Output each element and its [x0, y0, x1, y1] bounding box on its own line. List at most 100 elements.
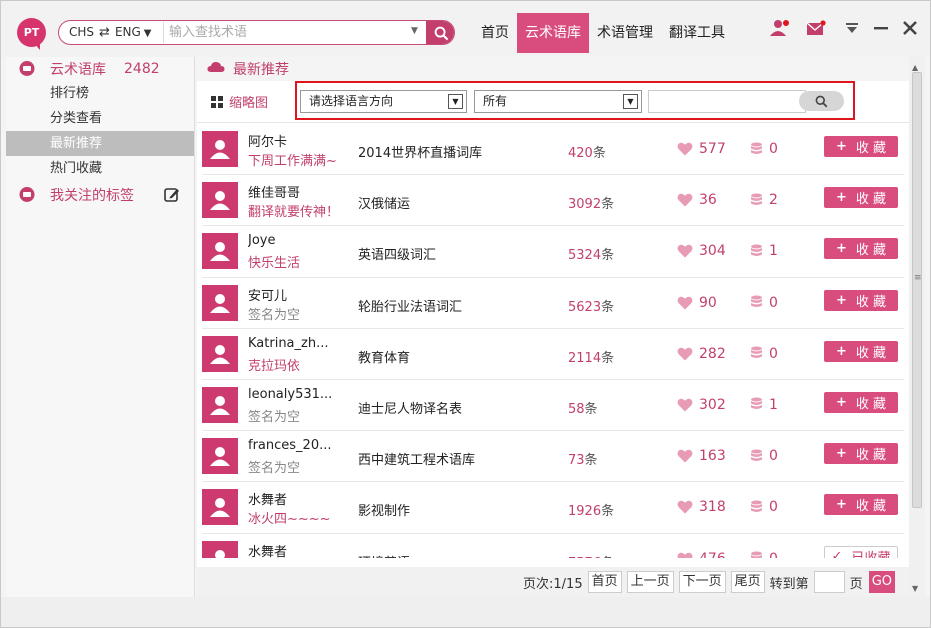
sidebar-followed-tags[interactable]: 我关注的标签 [6, 183, 194, 207]
termbase-name[interactable]: 影视制作 [358, 500, 410, 519]
avatar[interactable] [202, 284, 238, 321]
user-signature: 快乐生活 [248, 256, 301, 272]
goto-label: 转到第 [769, 576, 809, 592]
avatar[interactable] [202, 438, 238, 475]
username[interactable]: 水舞者 [248, 489, 287, 508]
downloads: 0 [750, 551, 778, 558]
termbase-name[interactable]: 环境英语 [358, 552, 410, 559]
mail-icon[interactable] [805, 17, 827, 39]
edit-icon[interactable] [164, 187, 180, 207]
close-button[interactable] [899, 17, 921, 39]
thumbnail-view-toggle[interactable]: 缩略图 [211, 92, 268, 111]
collect-button[interactable]: + 收 藏 [824, 340, 898, 362]
avatar[interactable] [202, 540, 238, 558]
collected-button[interactable]: ✓ 已收藏 [824, 545, 898, 558]
username[interactable]: frances_20... [248, 438, 331, 453]
username[interactable]: 维佳哥哥 [248, 182, 300, 201]
user-icon[interactable] [769, 17, 791, 39]
term-count: 2114条 [568, 347, 614, 366]
likes[interactable]: 304 [677, 243, 726, 259]
user-avatar-icon [210, 395, 230, 415]
termbase-name[interactable]: 西中建筑工程术语库 [358, 449, 475, 468]
likes[interactable]: 36 [677, 192, 717, 208]
termbase-name[interactable]: 汉俄储运 [358, 193, 410, 212]
likes[interactable]: 476 [677, 551, 726, 558]
scrollbar[interactable]: ▲ ≡ ▼ [909, 57, 925, 597]
likes[interactable]: 577 [677, 141, 726, 157]
top-nav: 首页 云术语库 术语管理 翻译工具 [473, 13, 733, 53]
dropdown-arrow-icon: ▼ [623, 94, 638, 109]
go-button[interactable]: GO [868, 571, 895, 593]
username[interactable]: 水舞者 [248, 541, 287, 559]
collect-button[interactable]: + 收 藏 [824, 443, 898, 465]
collect-button[interactable]: + 收 藏 [824, 289, 898, 311]
likes[interactable]: 163 [677, 448, 726, 464]
category-value: 所有 [483, 94, 508, 108]
avatar[interactable] [202, 131, 238, 167]
sidebar-item-ranking[interactable]: 排行榜 [6, 81, 194, 106]
scroll-up-icon[interactable]: ▲ [912, 63, 918, 72]
search-button[interactable] [426, 21, 454, 44]
termbase-name[interactable]: 迪士尼人物译名表 [358, 398, 462, 417]
username[interactable]: leonaly531... [248, 387, 332, 402]
user-signature: 签名为空 [248, 409, 301, 425]
swap-icon[interactable]: ⇄ [99, 25, 110, 40]
collect-button[interactable]: + 收 藏 [824, 136, 898, 157]
termbase-name[interactable]: 英语四级词汇 [358, 244, 436, 263]
sidebar-item-latest[interactable]: 最新推荐 [6, 131, 194, 156]
scroll-down-icon[interactable]: ▼ [912, 584, 918, 593]
language-switch[interactable]: CHS ⇄ ENG ▼ [69, 25, 152, 40]
avatar[interactable] [202, 182, 238, 219]
avatar[interactable] [202, 335, 238, 372]
first-page-button[interactable]: 首页 [587, 571, 622, 593]
username[interactable]: 阿尔卡 [248, 131, 287, 150]
nav-cloud-termbase[interactable]: 云术语库 [517, 13, 589, 53]
heart-icon [677, 398, 693, 412]
likes[interactable]: 302 [677, 397, 726, 413]
prev-page-button[interactable]: 上一页 [626, 571, 674, 593]
termbase-name[interactable]: 教育体育 [358, 347, 410, 366]
username[interactable]: 安可儿 [248, 285, 287, 304]
sidebar-cloud-termbase[interactable]: 云术语库 2482 [6, 57, 194, 81]
minimize-button[interactable] [870, 17, 892, 39]
section-title: 最新推荐 [233, 62, 289, 78]
termbase-name[interactable]: 轮胎行业法语词汇 [358, 296, 462, 315]
avatar[interactable] [202, 233, 238, 270]
scrollbar-thumb[interactable]: ≡ [912, 72, 922, 508]
user-avatar-icon [210, 140, 230, 159]
nav-translation-tools[interactable]: 翻译工具 [661, 13, 733, 53]
last-page-button[interactable]: 尾页 [730, 571, 765, 593]
menu-dropdown-icon[interactable] [841, 17, 863, 39]
avatar[interactable] [202, 386, 238, 423]
language-direction-select[interactable]: 请选择语言方向 ▼ [300, 90, 467, 113]
sidebar-item-category[interactable]: 分类查看 [6, 106, 194, 131]
next-page-button[interactable]: 下一页 [678, 571, 726, 593]
avatar[interactable] [202, 489, 238, 526]
likes[interactable]: 282 [677, 346, 726, 362]
term-count-unit: 条 [601, 299, 615, 315]
termbase-name[interactable]: 2014世界杯直播词库 [358, 142, 482, 161]
collect-button[interactable]: + 收 藏 [824, 494, 898, 516]
user-avatar-icon [210, 447, 230, 467]
filter-search-button[interactable] [799, 91, 844, 111]
filter-keyword-input[interactable] [648, 90, 806, 113]
nav-home[interactable]: 首页 [473, 13, 517, 53]
username[interactable]: Joye [248, 233, 275, 248]
search-history-dropdown-icon[interactable]: ▼ [411, 26, 418, 36]
likes[interactable]: 90 [677, 295, 717, 311]
term-count-value: 7576 [568, 556, 601, 559]
likes[interactable]: 318 [677, 499, 726, 515]
user-signature: 克拉玛依 [248, 358, 301, 374]
collect-button[interactable]: + 收 藏 [824, 391, 898, 413]
nav-term-management[interactable]: 术语管理 [589, 13, 661, 53]
username[interactable]: Katrina_zh... [248, 336, 328, 351]
search-input[interactable] [163, 22, 423, 43]
user-signature: 下周工作满满~ [248, 154, 337, 169]
user-avatar-icon [210, 344, 230, 364]
collect-button[interactable]: + 收 藏 [824, 238, 898, 260]
goto-page-input[interactable] [813, 571, 845, 593]
lang-dropdown-icon[interactable]: ▼ [144, 28, 152, 39]
collect-button[interactable]: + 收 藏 [824, 187, 898, 209]
category-select[interactable]: 所有 ▼ [474, 90, 642, 113]
sidebar-item-popular[interactable]: 热门收藏 [6, 156, 194, 181]
